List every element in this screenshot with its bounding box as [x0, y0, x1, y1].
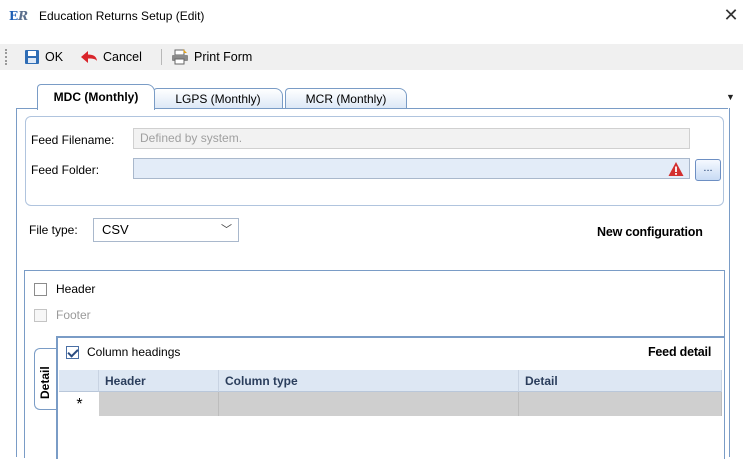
feed-filename-label: Feed Filename: — [31, 133, 115, 147]
header-checkbox-label: Header — [56, 282, 96, 296]
column-headings-checkbox[interactable] — [66, 346, 79, 359]
print-form-label: Print Form — [194, 50, 253, 64]
tab-detail[interactable]: Detail — [34, 348, 57, 410]
tab-mdc-monthly[interactable]: MDC (Monthly) — [37, 84, 155, 110]
grid-column-header-detail[interactable]: Detail — [519, 370, 722, 392]
config-status-label: New configuration — [597, 225, 703, 239]
tab-label: MDC (Monthly) — [53, 90, 139, 104]
print-icon — [172, 49, 188, 65]
tab-overflow-chevron-down-icon[interactable]: ▼ — [726, 92, 735, 102]
print-form-button[interactable]: Print Form — [171, 46, 252, 68]
back-arrow-icon — [81, 51, 97, 63]
tab-label: LGPS (Monthly) — [175, 92, 261, 106]
browse-folder-button[interactable]: ... — [695, 159, 721, 181]
warning-icon — [668, 162, 684, 176]
feed-detail-title: Feed detail — [648, 345, 712, 359]
new-row-marker: * — [60, 392, 99, 416]
cancel-button[interactable]: Cancel — [80, 46, 142, 68]
header-checkbox[interactable] — [34, 283, 47, 296]
tab-lgps-monthly[interactable]: LGPS (Monthly) — [153, 88, 283, 109]
app-logo: ER — [9, 9, 29, 23]
file-type-select[interactable]: CSV ﹀ — [93, 218, 239, 242]
footer-checkbox — [34, 309, 47, 322]
grid-cell-detail[interactable] — [519, 392, 722, 416]
grid-cell-header[interactable] — [99, 392, 219, 416]
detail-tab-label: Detail — [38, 366, 52, 399]
tab-mcr-monthly[interactable]: MCR (Monthly) — [285, 88, 407, 109]
grid-column-header-column-type[interactable]: Column type — [219, 370, 519, 392]
toolbar-separator — [161, 49, 162, 65]
chevron-down-icon: ﹀ — [221, 224, 232, 236]
toolbar-grip[interactable] — [5, 49, 9, 65]
grid-column-header-header[interactable]: Header — [99, 370, 219, 392]
save-icon — [25, 50, 39, 64]
feed-filename-field: Defined by system. — [133, 128, 690, 149]
window-title: Education Returns Setup (Edit) — [39, 9, 205, 23]
grid-empty-area — [59, 416, 722, 457]
feed-folder-field[interactable] — [133, 158, 690, 179]
file-type-label: File type: — [29, 223, 78, 237]
cancel-label: Cancel — [103, 50, 142, 64]
ok-label: OK — [45, 50, 64, 64]
feed-folder-label: Feed Folder: — [31, 163, 100, 177]
footer-checkbox-label: Footer — [56, 308, 91, 322]
tab-label: MCR (Monthly) — [305, 92, 387, 106]
ok-button[interactable]: OK — [24, 46, 63, 68]
close-icon[interactable]: ✕ — [722, 4, 740, 26]
grid-cell-column-type[interactable] — [219, 392, 519, 416]
grid-row-selector-header[interactable] — [59, 370, 99, 392]
file-type-value: CSV — [102, 222, 129, 237]
column-headings-label: Column headings — [87, 345, 181, 359]
feed-filename-placeholder: Defined by system. — [140, 131, 243, 145]
